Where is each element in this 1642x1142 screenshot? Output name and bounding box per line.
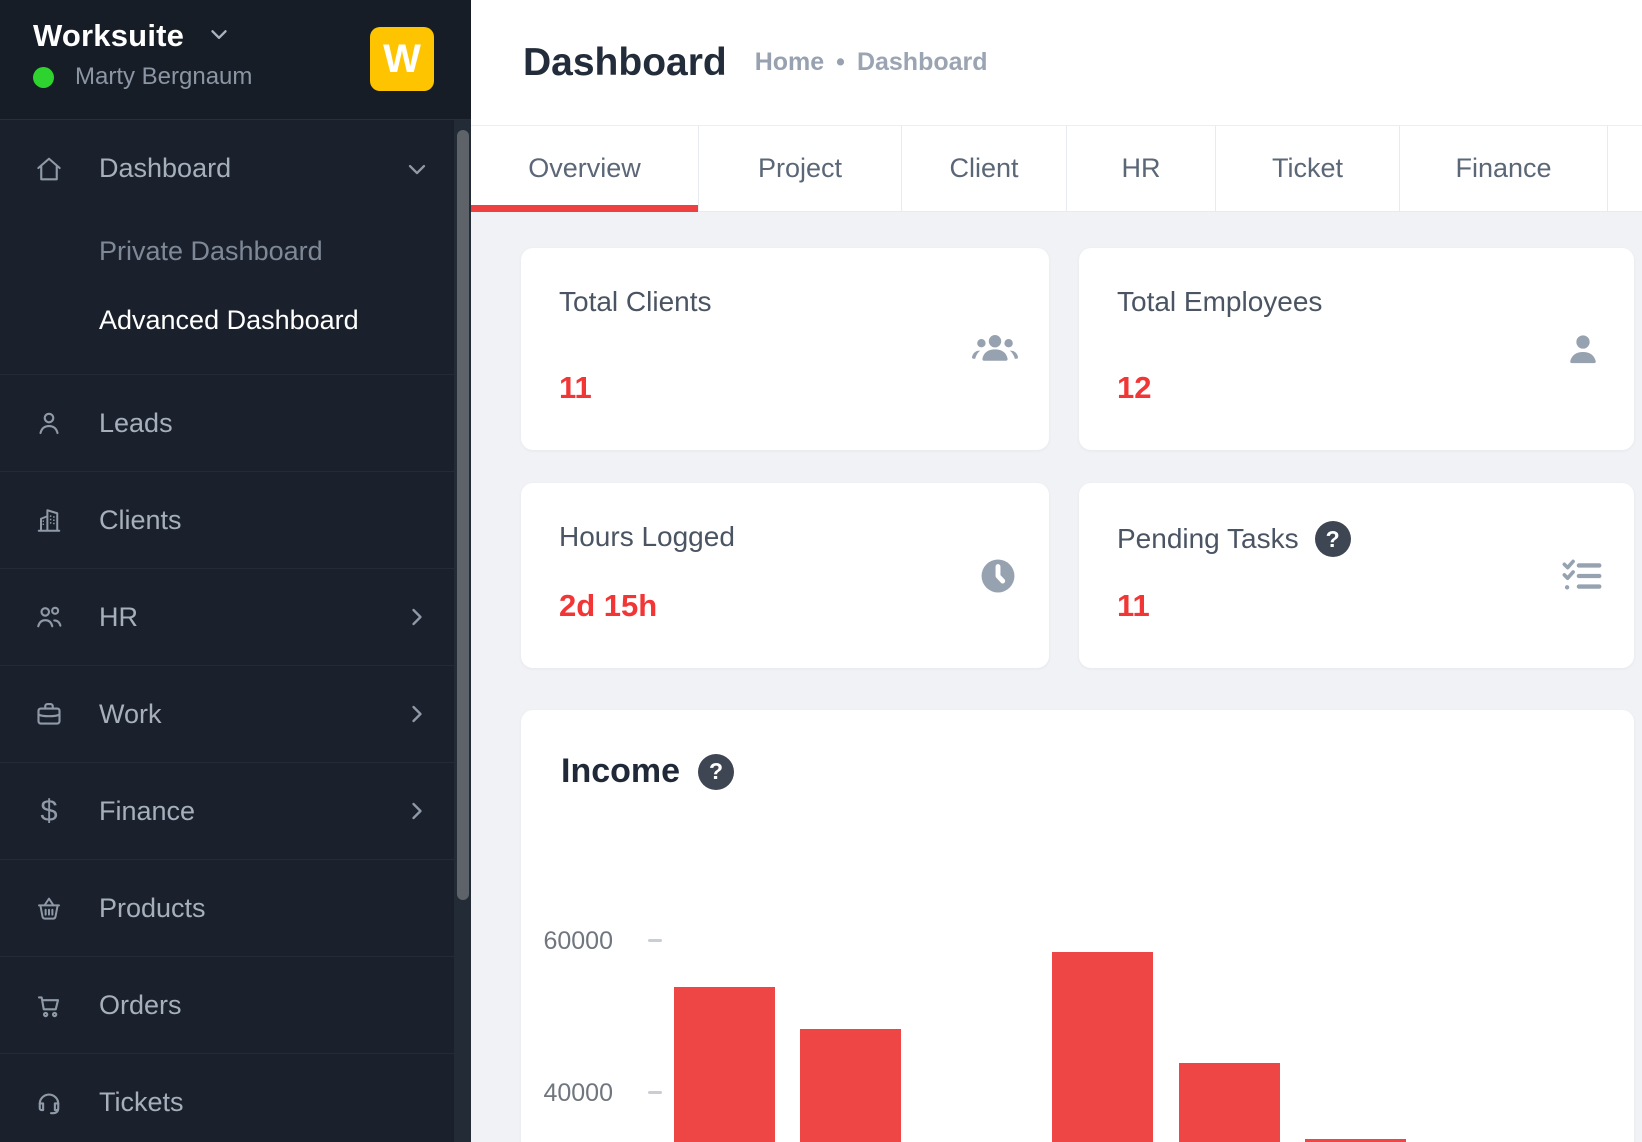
sidebar-item-label: Clients	[99, 505, 182, 536]
building-icon	[33, 504, 65, 536]
user-icon	[1562, 328, 1604, 370]
sidebar-item-label: Dashboard	[99, 153, 231, 184]
sidebar-item-finance[interactable]: $ Finance	[0, 762, 471, 859]
help-icon[interactable]: ?	[1315, 521, 1351, 557]
dashboard-tabbar: Overview Project Client HR Ticket Financ…	[471, 125, 1642, 212]
income-bar	[674, 987, 775, 1142]
sidebar-item-label: Tickets	[99, 1087, 184, 1118]
tab-finance[interactable]: Finance	[1400, 126, 1608, 211]
income-bar	[1305, 1139, 1406, 1142]
checklist-icon	[1560, 556, 1604, 596]
breadcrumb-home[interactable]: Home	[755, 48, 824, 77]
page-header: Dashboard Home • Dashboard	[471, 0, 1642, 125]
breadcrumb: Home • Dashboard	[755, 48, 988, 77]
home-icon	[33, 153, 65, 185]
tab-ticket[interactable]: Ticket	[1216, 126, 1400, 211]
y-axis-tick-label: 60000	[521, 927, 613, 956]
tab-project[interactable]: Project	[699, 126, 902, 211]
sidebar-item-private-dashboard[interactable]: Private Dashboard	[0, 217, 471, 286]
briefcase-icon	[33, 698, 65, 730]
sidebar-item-label: Finance	[99, 796, 195, 827]
brand-name: Worksuite	[33, 18, 184, 54]
headset-icon	[33, 1086, 65, 1118]
page-title: Dashboard	[523, 41, 727, 85]
sidebar-scrollbar-track[interactable]	[454, 120, 471, 1142]
tab-client[interactable]: Client	[902, 126, 1067, 211]
card-title: Hours Logged	[559, 521, 1019, 553]
income-card: Income ? 60000 40000	[521, 710, 1634, 1142]
workspace-switcher[interactable]: Worksuite	[33, 18, 232, 54]
breadcrumb-current: Dashboard	[857, 48, 988, 77]
chevron-right-icon	[403, 603, 431, 631]
total-employees-card: Total Employees 12	[1079, 248, 1634, 450]
card-title: Total Clients	[559, 286, 1019, 318]
users-icon	[33, 601, 65, 633]
sidebar-item-work[interactable]: Work	[0, 665, 471, 762]
pending-tasks-value: 11	[1117, 588, 1604, 624]
y-axis-tick-mark	[648, 939, 662, 942]
person-icon	[33, 407, 65, 439]
dollar-icon: $	[33, 795, 65, 827]
sidebar-item-label: HR	[99, 602, 138, 633]
card-title: Total Employees	[1117, 286, 1604, 318]
sidebar-item-tickets[interactable]: Tickets	[0, 1053, 471, 1142]
online-status-icon	[33, 67, 54, 88]
y-axis-tick: 60000	[521, 927, 613, 955]
y-axis-tick: 40000	[521, 1079, 613, 1107]
help-icon[interactable]: ?	[698, 754, 734, 790]
tab-overview[interactable]: Overview	[471, 126, 699, 211]
chevron-down-icon	[206, 21, 232, 52]
sidebar-scrollbar-thumb[interactable]	[457, 130, 469, 900]
chevron-right-icon	[403, 700, 431, 728]
cart-icon	[33, 989, 65, 1021]
dashboard-submenu: Private Dashboard Advanced Dashboard	[0, 217, 471, 374]
sidebar-item-orders[interactable]: Orders	[0, 956, 471, 1053]
users-group-icon	[971, 327, 1019, 371]
hours-logged-card: Hours Logged 2d 15h	[521, 483, 1049, 668]
sidebar-item-dashboard[interactable]: Dashboard	[0, 120, 471, 217]
sidebar-item-label: Leads	[99, 408, 173, 439]
y-axis-tick-mark	[648, 1091, 662, 1094]
chevron-right-icon	[403, 797, 431, 825]
sidebar-item-advanced-dashboard[interactable]: Advanced Dashboard	[0, 286, 471, 355]
card-title: Pending Tasks ?	[1117, 521, 1604, 557]
current-user[interactable]: Marty Bergnaum	[33, 63, 252, 91]
income-header: Income ?	[561, 752, 734, 791]
card-title-text: Pending Tasks	[1117, 523, 1299, 555]
hours-logged-value: 2d 15h	[559, 588, 1019, 624]
user-name: Marty Bergnaum	[75, 63, 252, 91]
sidebar-item-products[interactable]: Products	[0, 859, 471, 956]
total-clients-card: Total Clients 11	[521, 248, 1049, 450]
income-bar	[1179, 1063, 1280, 1142]
sidebar-header: Worksuite Marty Bergnaum W	[0, 0, 471, 120]
total-employees-value: 12	[1117, 370, 1604, 406]
tab-partial[interactable]	[1608, 126, 1642, 211]
breadcrumb-separator: •	[836, 48, 845, 77]
pending-tasks-card: Pending Tasks ? 11	[1079, 483, 1634, 668]
total-clients-value: 11	[559, 370, 1019, 406]
tab-hr[interactable]: HR	[1067, 126, 1216, 211]
sidebar-item-label: Products	[99, 893, 206, 924]
sidebar-nav: Dashboard Private Dashboard Advanced Das…	[0, 120, 471, 1142]
sidebar-item-hr[interactable]: HR	[0, 568, 471, 665]
y-axis-tick-label: 40000	[521, 1079, 613, 1108]
app-logo: W	[370, 27, 434, 91]
chevron-down-icon	[403, 155, 431, 183]
sidebar-item-leads[interactable]: Leads	[0, 374, 471, 471]
sidebar: Worksuite Marty Bergnaum W Dashboard Pri…	[0, 0, 471, 1142]
basket-icon	[33, 892, 65, 924]
sidebar-item-label: Orders	[99, 990, 182, 1021]
sidebar-item-label: Work	[99, 699, 162, 730]
income-bar	[800, 1029, 901, 1142]
income-bar	[1052, 952, 1153, 1142]
income-title: Income	[561, 752, 680, 791]
clock-icon	[977, 555, 1019, 597]
sidebar-item-clients[interactable]: Clients	[0, 471, 471, 568]
